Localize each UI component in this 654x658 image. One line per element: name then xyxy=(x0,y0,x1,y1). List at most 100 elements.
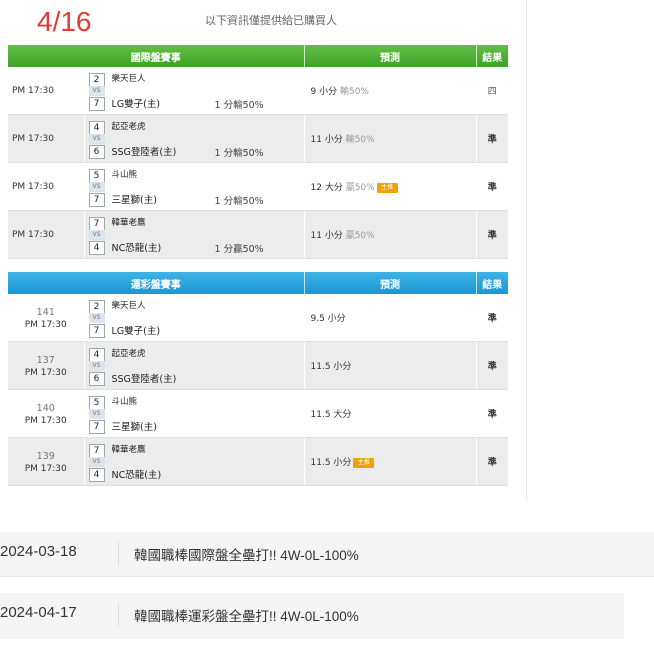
match-cell: 2 VS 7 樂天巨人 LG雙子(主) xyxy=(84,294,305,342)
prediction-cell: 11 小分 贏50% xyxy=(303,210,477,259)
table-row[interactable]: 137 PM 17:30 4 VS 6 起亞老虎 SSG登陸者(主) 11.5 小… xyxy=(8,341,508,390)
home-team: SSG登陸者(主) xyxy=(111,373,177,385)
record-row[interactable]: 2024-03-18 韓國職棒國際盤全壘打!! 4W-0L-100% xyxy=(0,532,654,577)
match-cell: 4 VS 6 起亞老虎 SSG登陸者(主) 1 分輸50% xyxy=(84,114,305,163)
prediction-value: 11.5 大分 xyxy=(310,410,352,420)
home-team: LG雙子(主) xyxy=(111,325,161,337)
prediction-note: 贏50% xyxy=(345,231,375,241)
prediction-value: 12 大分 xyxy=(310,183,343,193)
prediction-cell: 11 小分 輸50% xyxy=(303,114,477,163)
match-cell: 7 VS 4 韓華老鷹 NC恐龍(主) 1 分贏50% xyxy=(84,210,305,259)
vs-label: VS xyxy=(88,360,105,371)
match-id-time: 139 PM 17:30 xyxy=(8,437,85,486)
record-date: 2024-04-17 xyxy=(0,604,77,621)
away-score: 7 xyxy=(88,443,105,458)
vs-label: VS xyxy=(88,456,105,467)
table-row[interactable]: PM 17:30 4 VS 6 起亞老虎 SSG登陸者(主) 1 分輸50% 1… xyxy=(8,114,508,163)
featured-tag: 主推 xyxy=(353,457,375,468)
home-score: 7 xyxy=(88,192,105,207)
match-number: 140 xyxy=(36,402,55,414)
match-id-time: 137 PM 17:30 xyxy=(8,341,85,390)
vs-label: VS xyxy=(88,133,105,144)
vs-label: VS xyxy=(88,181,105,192)
away-score: 7 xyxy=(88,216,105,231)
home-score: 6 xyxy=(88,371,105,386)
handicap: 1 分贏50% xyxy=(214,243,264,255)
prediction-value: 9 小分 xyxy=(310,87,338,97)
result-badge: 準 xyxy=(476,437,508,486)
prediction-cell: 11.5 小分 主推 xyxy=(303,437,477,486)
match-cell: 7 VS 4 韓華老鷹 NC恐龍(主) xyxy=(84,437,305,486)
match-time: PM 17:30 xyxy=(24,415,67,426)
match-number: 139 xyxy=(36,450,55,462)
vs-label: VS xyxy=(88,229,105,240)
home-team: SSG登陸者(主) xyxy=(111,146,177,158)
match-time: PM 17:30 xyxy=(8,162,85,211)
table-row[interactable]: 141 PM 17:30 2 VS 7 樂天巨人 LG雙子(主) 9.5 小分 準 xyxy=(8,294,508,342)
handicap: 1 分輸50% xyxy=(214,195,264,207)
table-header-row: 國際盤賽事 預測 結果 xyxy=(8,45,508,67)
home-team: 三星獅(主) xyxy=(111,421,157,433)
vs-label: VS xyxy=(88,408,105,419)
record-divider xyxy=(118,603,119,627)
away-score: 4 xyxy=(88,347,105,362)
match-number: 141 xyxy=(36,306,55,318)
header-lottery-match: 運彩盤賽事 xyxy=(8,272,305,294)
match-time: PM 17:30 xyxy=(8,114,85,163)
record-row[interactable]: 2024-04-17 韓國職棒運彩盤全壘打!! 4W-0L-100% xyxy=(0,593,624,638)
away-team: 起亞老虎 xyxy=(111,121,146,132)
away-score: 2 xyxy=(88,72,105,87)
match-cell: 5 VS 7 斗山熊 三星獅(主) 1 分輸50% xyxy=(84,162,305,211)
match-time: PM 17:30 xyxy=(8,210,85,259)
match-id-time: 140 PM 17:30 xyxy=(8,389,85,438)
match-cell: 5 VS 7 斗山熊 三星獅(主) xyxy=(84,389,305,438)
prediction-note: 輸50% xyxy=(345,135,375,145)
result-badge: 準 xyxy=(476,210,508,259)
table-row[interactable]: PM 17:30 2 VS 7 樂天巨人 LG雙子(主) 1 分輸50% 9 小… xyxy=(8,67,508,115)
table-header-row: 運彩盤賽事 預測 結果 xyxy=(8,272,508,294)
home-score: 7 xyxy=(88,419,105,434)
prediction-value: 9.5 小分 xyxy=(310,314,346,324)
match-time: PM 17:30 xyxy=(24,463,67,474)
home-score: 7 xyxy=(88,323,105,338)
page-date: 4/16 xyxy=(37,6,92,37)
prediction-value: 11.5 小分 xyxy=(310,362,352,372)
home-team: LG雙子(主) xyxy=(111,98,161,110)
prediction-cell: 12 大分 贏50% 主推 xyxy=(303,162,477,211)
match-time: PM 17:30 xyxy=(8,67,85,115)
prediction-note: 贏50% xyxy=(345,183,375,193)
home-score: 6 xyxy=(88,144,105,159)
home-score: 4 xyxy=(88,240,105,255)
prediction-value: 11 小分 xyxy=(310,231,343,241)
result-badge: 準 xyxy=(476,389,508,438)
result-badge: 準 xyxy=(476,294,508,342)
record-title-link[interactable]: 韓國職棒運彩盤全壘打!! 4W-0L-100% xyxy=(134,605,359,625)
header-international-match: 國際盤賽事 xyxy=(8,45,305,67)
match-number: 137 xyxy=(36,354,55,366)
table-row[interactable]: PM 17:30 7 VS 4 韓華老鷹 NC恐龍(主) 1 分贏50% 11 … xyxy=(8,210,508,259)
result-badge: 準 xyxy=(476,114,508,163)
table-row[interactable]: 139 PM 17:30 7 VS 4 韓華老鷹 NC恐龍(主) 11.5 小分主… xyxy=(8,437,508,486)
match-cell: 2 VS 7 樂天巨人 LG雙子(主) 1 分輸50% xyxy=(84,67,305,115)
home-score: 4 xyxy=(88,467,105,482)
prediction-cell: 11.5 大分 xyxy=(303,389,477,438)
away-score: 4 xyxy=(88,120,105,135)
away-team: 樂天巨人 xyxy=(111,73,146,84)
header-result: 結果 xyxy=(476,272,508,294)
table-row[interactable]: PM 17:30 5 VS 7 斗山熊 三星獅(主) 1 分輸50% 12 大分… xyxy=(8,162,508,211)
prediction-cell: 9 小分 輸50% xyxy=(303,67,477,115)
table-row[interactable]: 140 PM 17:30 5 VS 7 斗山熊 三星獅(主) 11.5 大分 準 xyxy=(8,389,508,438)
handicap: 1 分輸50% xyxy=(214,99,264,111)
away-team: 樂天巨人 xyxy=(111,300,146,311)
vs-label: VS xyxy=(88,312,105,323)
international-table: 國際盤賽事 預測 結果 PM 17:30 2 VS 7 樂天巨人 LG雙子(主)… xyxy=(8,45,508,259)
prediction-cell: 11.5 小分 xyxy=(303,341,477,390)
vs-label: VS xyxy=(88,85,105,96)
away-team: 斗山熊 xyxy=(111,169,138,180)
result-badge: 準 xyxy=(476,162,508,211)
lottery-table: 運彩盤賽事 預測 結果 141 PM 17:30 2 VS 7 樂天巨人 LG雙子… xyxy=(8,272,508,486)
column-divider xyxy=(526,0,527,500)
home-score: 7 xyxy=(88,96,105,111)
record-title-link[interactable]: 韓國職棒國際盤全壘打!! 4W-0L-100% xyxy=(134,544,359,564)
match-time: PM 17:30 xyxy=(24,367,67,378)
